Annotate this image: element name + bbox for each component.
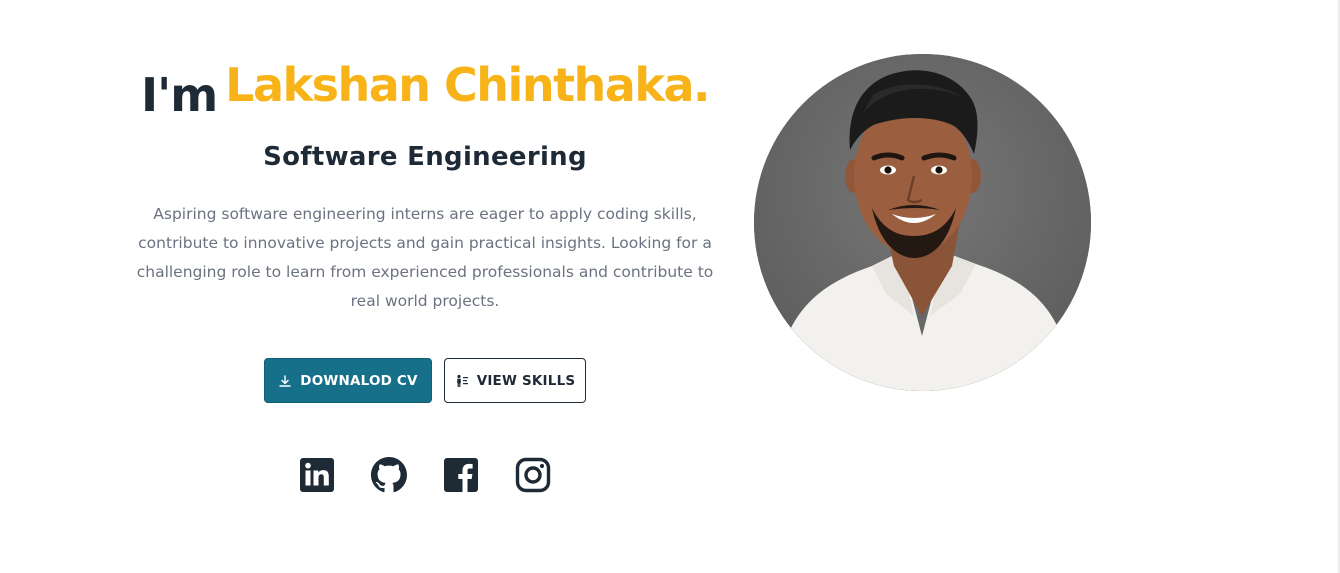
hero-section: I'm Lakshan Chinthaka. Software Engineeri… [0, 0, 1340, 573]
download-cv-button[interactable]: DOWNALOD CV [264, 358, 432, 403]
github-icon[interactable] [371, 457, 407, 493]
skills-icon [455, 374, 469, 388]
hero-content: I'm Lakshan Chinthaka. Software Engineeri… [110, 62, 740, 493]
linkedin-icon[interactable] [299, 457, 335, 493]
hero-headline: I'm Lakshan Chinthaka. [110, 58, 740, 118]
profile-photo [754, 54, 1091, 391]
facebook-icon[interactable] [443, 457, 479, 493]
view-skills-label: VIEW SKILLS [476, 372, 576, 389]
profile-role: Software Engineering [263, 142, 587, 172]
view-skills-button[interactable]: VIEW SKILLS [444, 358, 586, 403]
download-icon [278, 374, 292, 388]
profile-bio: Aspiring software engineering interns ar… [136, 205, 714, 310]
download-cv-label: DOWNALOD CV [300, 372, 418, 389]
hero-actions: DOWNALOD CV VIEW SKILLS [110, 358, 740, 403]
social-links [110, 457, 740, 493]
instagram-icon[interactable] [515, 457, 551, 493]
profile-name: Lakshan Chinthaka. [225, 58, 710, 112]
greeting-text: I'm [141, 68, 218, 122]
